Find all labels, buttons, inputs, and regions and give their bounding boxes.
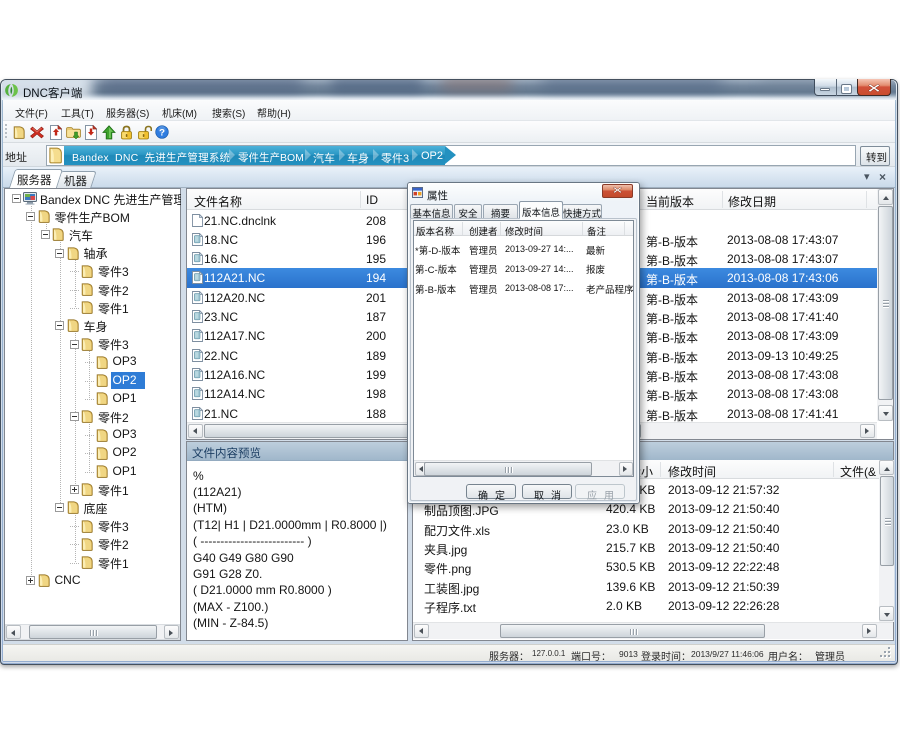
svg-text:?: ? [159,127,165,138]
